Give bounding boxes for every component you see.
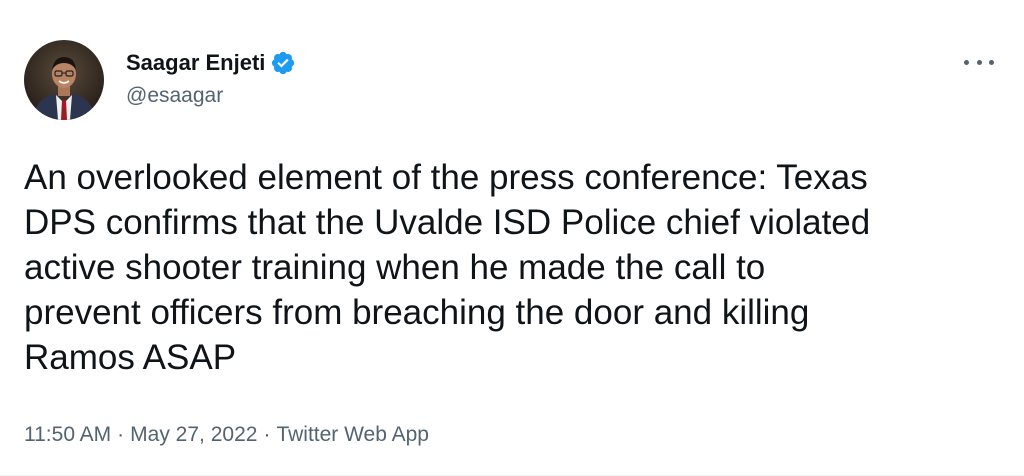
separator: · <box>263 423 271 446</box>
more-dot <box>964 59 969 65</box>
tweet-time-link[interactable]: 11:50 AM · May 27, 2022 <box>24 423 257 446</box>
tweet-meta: 11:50 AM · May 27, 2022 · Twitter Web App <box>24 420 429 450</box>
avatar-image <box>24 40 104 120</box>
name-row: Saagar Enjeti <box>126 48 296 78</box>
more-options-icon[interactable] <box>964 52 994 72</box>
tweet-text: An overlooked element of the press confe… <box>24 158 871 377</box>
separator: · <box>117 423 125 446</box>
tweet-card: Saagar Enjeti @esaagar An overlooked ele… <box>0 0 1024 476</box>
handle[interactable]: @esaagar <box>126 81 296 111</box>
display-name[interactable]: Saagar Enjeti <box>126 48 265 78</box>
tweet-time: 11:50 AM <box>24 423 112 446</box>
tweet-source-link[interactable]: Twitter Web App <box>276 423 429 446</box>
author-block: Saagar Enjeti @esaagar <box>126 48 296 111</box>
more-dot <box>976 59 982 65</box>
verified-badge-icon <box>270 50 296 76</box>
avatar[interactable] <box>24 40 104 120</box>
more-dot <box>989 59 994 65</box>
tweet-date: May 27, 2022 <box>130 423 258 446</box>
